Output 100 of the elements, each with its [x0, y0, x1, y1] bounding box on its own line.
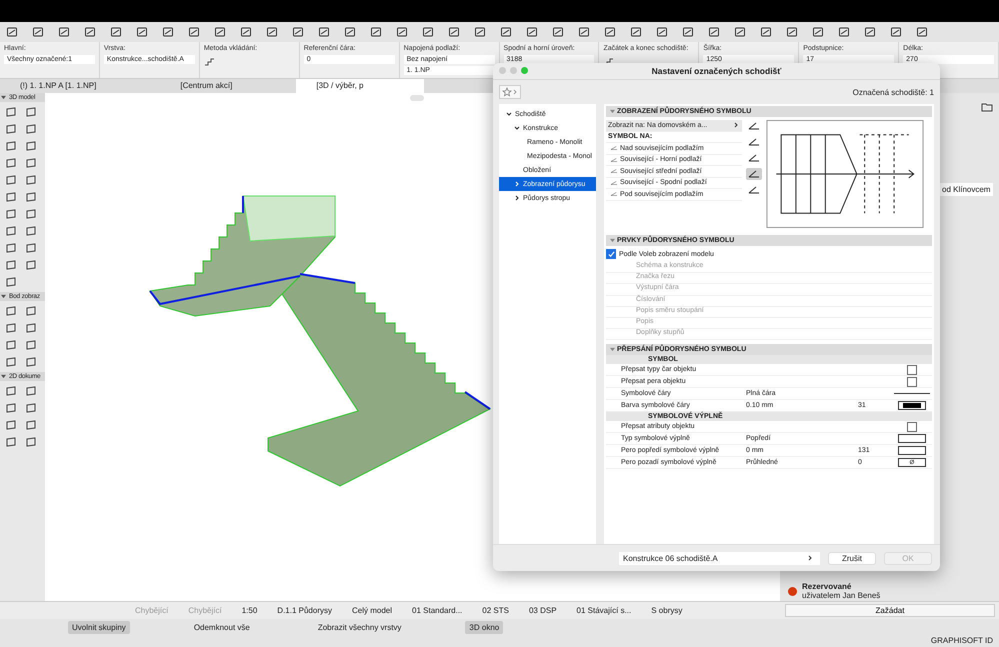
toolbar-icon[interactable]: [370, 26, 382, 38]
chevron-icon[interactable]: [514, 195, 520, 201]
tool-icon[interactable]: [5, 157, 17, 169]
toolbar-icon[interactable]: [422, 26, 434, 38]
toolbar-icon[interactable]: [396, 26, 408, 38]
checkbox[interactable]: [606, 249, 616, 259]
story-button[interactable]: [746, 168, 762, 180]
tool-icon[interactable]: [25, 259, 37, 271]
status-item[interactable]: 01 Standard...: [412, 606, 462, 615]
tool-icon[interactable]: [5, 259, 17, 271]
status-item[interactable]: 02 STS: [482, 606, 509, 615]
tool-icon[interactable]: [5, 339, 17, 351]
tool-icon[interactable]: [25, 191, 37, 203]
tool-icon[interactable]: [25, 356, 37, 368]
toolbar-icon[interactable]: [240, 26, 252, 38]
chevron-icon[interactable]: [733, 122, 739, 128]
chevron-icon[interactable]: [506, 111, 512, 117]
request-button[interactable]: Zažádat: [785, 604, 995, 617]
tool-icon[interactable]: [5, 305, 17, 317]
toolbar-icon[interactable]: [734, 26, 746, 38]
fill-swatch[interactable]: [898, 434, 926, 444]
toolbar-icon[interactable]: [838, 26, 850, 38]
tool-icon[interactable]: [25, 402, 37, 414]
triangle-icon[interactable]: [1, 294, 6, 299]
triangle-icon[interactable]: [610, 347, 615, 352]
toolbar-icon[interactable]: [162, 26, 174, 38]
tool-icon[interactable]: [5, 140, 17, 152]
tool-icon[interactable]: [25, 322, 37, 334]
checkbox[interactable]: [907, 376, 917, 387]
list-item[interactable]: od Klínovcem: [940, 183, 993, 196]
favorites-button[interactable]: [499, 85, 521, 99]
toolbar-button[interactable]: 3D okno: [465, 621, 504, 634]
toolbar-icon[interactable]: [864, 26, 876, 38]
toolbar-icon[interactable]: [344, 26, 356, 38]
layer-field[interactable]: Konstrukce 06 schodiště.A: [619, 552, 820, 564]
status-item[interactable]: D.1.1 Půdorysy: [277, 606, 332, 615]
toolbar-icon[interactable]: [708, 26, 720, 38]
triangle-icon[interactable]: [1, 95, 6, 100]
toolbar-icon[interactable]: [500, 26, 512, 38]
tool-icon[interactable]: [5, 191, 17, 203]
story-button[interactable]: [746, 120, 762, 132]
tool-icon[interactable]: [5, 225, 17, 237]
status-item[interactable]: S obrysy: [651, 606, 682, 615]
toolbar-button[interactable]: Zobrazit všechny vrstvy: [314, 621, 406, 634]
toolbar-icon[interactable]: [656, 26, 668, 38]
toolbar-icon[interactable]: [318, 26, 330, 38]
fill-swatch[interactable]: [898, 446, 926, 456]
view-tab[interactable]: (!) 1. 1.NP A [1. 1.NP]: [0, 79, 156, 93]
toolbar-icon[interactable]: [916, 26, 928, 38]
checkbox[interactable]: [907, 364, 917, 375]
triangle-icon[interactable]: [1, 374, 6, 379]
checkbox[interactable]: [907, 422, 917, 432]
folder-icon[interactable]: [981, 101, 993, 113]
status-item[interactable]: 03 DSP: [528, 606, 557, 615]
tool-icon[interactable]: [5, 208, 17, 220]
pen-swatch[interactable]: [898, 401, 926, 410]
tool-icon[interactable]: [5, 276, 17, 288]
chevron-icon[interactable]: [807, 555, 813, 561]
view-tab[interactable]: [3D / výběr, p: [296, 79, 424, 93]
toolbar-button[interactable]: Odemknout vše: [190, 621, 254, 634]
tool-icon[interactable]: [25, 339, 37, 351]
toolbar-icon[interactable]: [292, 26, 304, 38]
toolbar-icon[interactable]: [6, 26, 18, 38]
toolbar-icon[interactable]: [760, 26, 772, 38]
toolbar-button[interactable]: Uvolnit skupiny: [68, 621, 130, 634]
toolbar-icon[interactable]: [890, 26, 902, 38]
tool-icon[interactable]: [5, 419, 17, 431]
tool-icon[interactable]: [5, 242, 17, 254]
toolbar-icon[interactable]: [630, 26, 642, 38]
tool-icon[interactable]: [5, 174, 17, 186]
tool-icon[interactable]: [25, 225, 37, 237]
tool-icon[interactable]: [5, 385, 17, 397]
toolbar-icon[interactable]: [58, 26, 70, 38]
toolbar-icon[interactable]: [526, 26, 538, 38]
tool-icon[interactable]: [25, 157, 37, 169]
story-button[interactable]: [746, 136, 762, 148]
tool-icon[interactable]: [5, 322, 17, 334]
chevron-icon[interactable]: [514, 125, 520, 131]
toolbar-icon[interactable]: [552, 26, 564, 38]
toolbar-icon[interactable]: [266, 26, 278, 38]
story-button[interactable]: [746, 152, 762, 164]
tool-icon[interactable]: [25, 242, 37, 254]
story-button[interactable]: [746, 184, 762, 196]
tool-icon[interactable]: [5, 356, 17, 368]
status-item[interactable]: Celý model: [352, 606, 392, 615]
toolbar-icon[interactable]: [604, 26, 616, 38]
status-item[interactable]: 01 Stávající s...: [576, 606, 632, 615]
tool-icon[interactable]: [5, 123, 17, 135]
tool-icon[interactable]: [25, 305, 37, 317]
toolbar-icon[interactable]: [448, 26, 460, 38]
tool-icon[interactable]: [5, 106, 17, 118]
tool-icon[interactable]: [25, 140, 37, 152]
toolbar-icon[interactable]: [188, 26, 200, 38]
dialog-button[interactable]: Zrušit: [828, 552, 876, 564]
view-tab[interactable]: [Centrum akcí]: [160, 79, 292, 93]
tool-icon[interactable]: [25, 208, 37, 220]
toolbar-icon[interactable]: [812, 26, 824, 38]
status-item[interactable]: 1:50: [242, 606, 258, 615]
toolbar-icon[interactable]: [214, 26, 226, 38]
tool-icon[interactable]: [25, 385, 37, 397]
